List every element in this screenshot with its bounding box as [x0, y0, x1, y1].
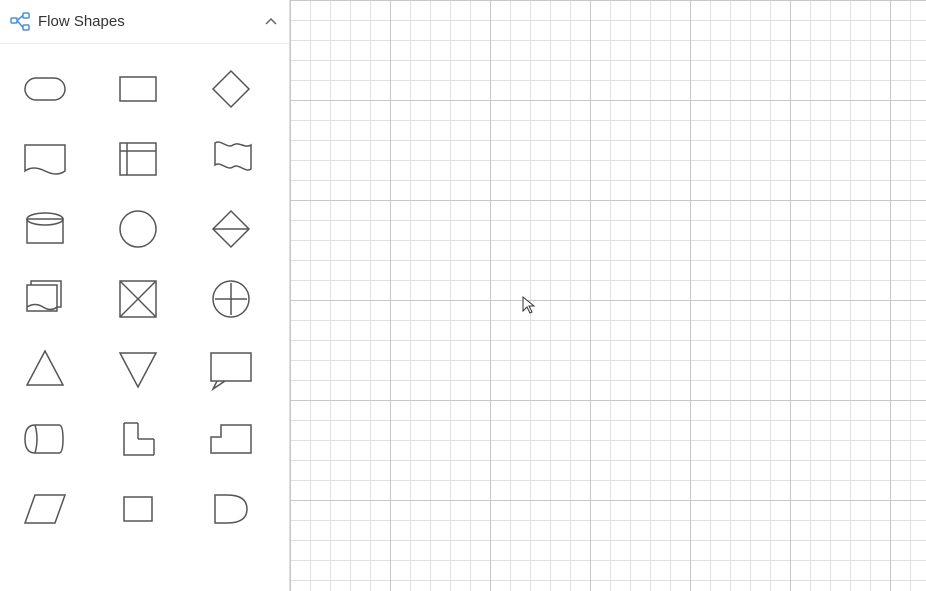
- shape-small-rect[interactable]: [98, 474, 178, 544]
- shape-terminal[interactable]: [5, 54, 85, 124]
- shapes-panel: Flow Shapes: [0, 0, 290, 591]
- shape-l-shape[interactable]: [98, 404, 178, 474]
- shape-sort[interactable]: [191, 194, 271, 264]
- shape-plus-circle[interactable]: [191, 264, 271, 334]
- shape-cylinder[interactable]: [5, 194, 85, 264]
- shape-d-shape[interactable]: [191, 474, 271, 544]
- shape-parallelogram[interactable]: [5, 474, 85, 544]
- canvas-area[interactable]: [290, 0, 926, 591]
- shape-triangle-up[interactable]: [5, 334, 85, 404]
- canvas-grid-major: [290, 0, 926, 591]
- shapes-grid: [0, 44, 289, 554]
- diagram-icon: [10, 12, 30, 32]
- shape-callout[interactable]: [191, 334, 271, 404]
- panel-title: Flow Shapes: [38, 13, 125, 30]
- collapse-button[interactable]: [263, 14, 279, 30]
- shape-internal-storage[interactable]: [98, 124, 178, 194]
- shape-triangle-down[interactable]: [98, 334, 178, 404]
- shape-cross[interactable]: [98, 264, 178, 334]
- shape-document[interactable]: [5, 124, 85, 194]
- shape-step[interactable]: [191, 404, 271, 474]
- shape-data-storage[interactable]: [5, 404, 85, 474]
- shape-multi-doc[interactable]: [5, 264, 85, 334]
- shape-decision[interactable]: [191, 54, 271, 124]
- panel-header: Flow Shapes: [0, 0, 289, 44]
- shape-process[interactable]: [98, 54, 178, 124]
- shape-disk[interactable]: [98, 194, 178, 264]
- shape-flag[interactable]: [191, 124, 271, 194]
- panel-header-left: Flow Shapes: [10, 12, 125, 32]
